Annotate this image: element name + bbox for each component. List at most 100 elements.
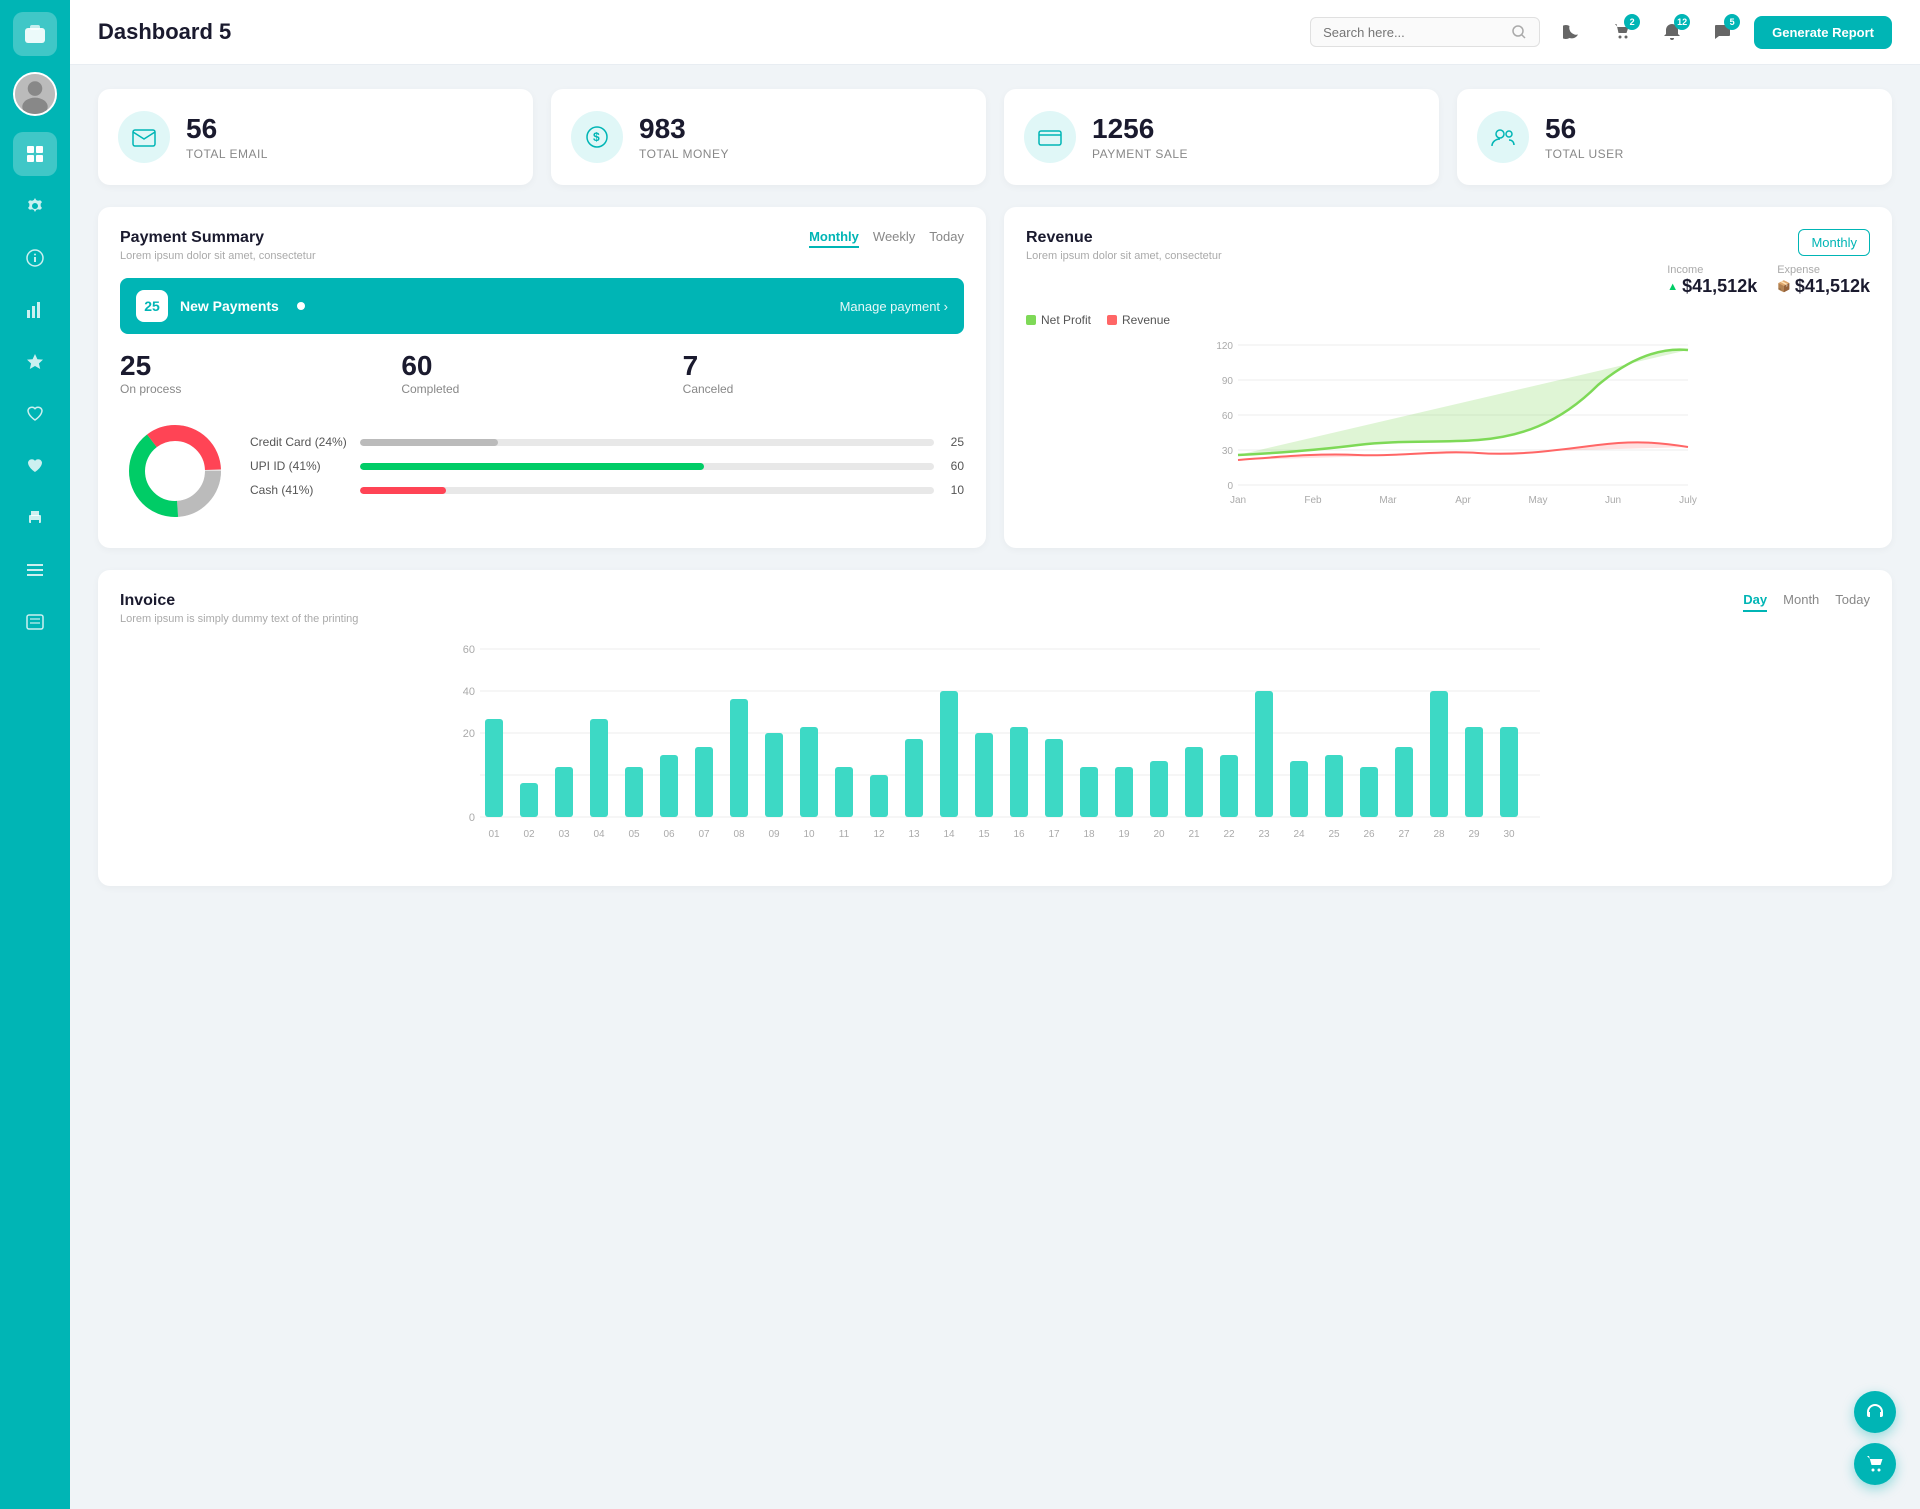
tab-weekly[interactable]: Weekly [873,229,915,248]
donut-chart [120,416,230,526]
canceled-value: 7 [683,350,964,382]
sidebar-item-dashboard[interactable] [13,132,57,176]
search-input[interactable] [1323,25,1503,40]
stat-info-total-user: 56 TOTAL USER [1545,113,1624,161]
headset-button[interactable] [1854,1391,1896,1433]
cart-button[interactable]: 2 [1604,14,1640,50]
canceled-stat: 7 Canceled [683,350,964,396]
content-area: 56 TOTAL EMAIL $ 983 TOTAL MONEY 1256 [70,65,1920,1509]
total-money-icon: $ [571,111,623,163]
manage-payment-link[interactable]: Manage payment › [840,299,948,314]
revenue-panel: Revenue Lorem ipsum dolor sit amet, cons… [1004,207,1892,548]
net-profit-label: Net Profit [1041,313,1091,327]
floating-buttons [1854,1391,1896,1485]
invoice-panel: Invoice Lorem ipsum is simply dummy text… [98,570,1892,886]
svg-text:05: 05 [628,829,640,840]
svg-text:29: 29 [1468,829,1480,840]
sidebar-item-star[interactable] [13,340,57,384]
payment-summary-panel: Payment Summary Lorem ipsum dolor sit am… [98,207,986,548]
stat-card-total-email: 56 TOTAL EMAIL [98,89,533,185]
total-email-label: TOTAL EMAIL [186,147,268,161]
chat-button[interactable]: 5 [1704,14,1740,50]
svg-text:26: 26 [1363,829,1375,840]
sidebar-item-analytics[interactable] [13,288,57,332]
total-email-number: 56 [186,113,268,145]
svg-text:20: 20 [463,728,475,740]
main-content: Dashboard 5 2 12 5 Generate Report [70,0,1920,1509]
svg-text:Mar: Mar [1379,495,1397,506]
sidebar-item-print[interactable] [13,496,57,540]
inv-tab-today[interactable]: Today [1835,592,1870,612]
svg-text:17: 17 [1048,829,1060,840]
inv-tab-day[interactable]: Day [1743,592,1767,612]
svg-text:Apr: Apr [1455,495,1471,506]
total-user-number: 56 [1545,113,1624,145]
inv-tab-month[interactable]: Month [1783,592,1819,612]
cash-track [360,487,934,494]
svg-text:Feb: Feb [1304,495,1322,506]
tab-today[interactable]: Today [929,229,964,248]
svg-text:21: 21 [1188,829,1200,840]
total-user-label: TOTAL USER [1545,147,1624,161]
svg-text:14: 14 [943,829,955,840]
user-avatar[interactable] [13,72,57,116]
svg-text:July: July [1679,495,1697,506]
invoice-tab-group: Day Month Today [1743,592,1870,612]
sidebar-item-heart-fill[interactable] [13,444,57,488]
payment-bottom: Credit Card (24%) 25 UPI ID (41%) 60 [120,416,964,526]
svg-text:18: 18 [1083,829,1095,840]
income-icon: ▲ [1667,281,1678,293]
cash-value: 10 [944,483,964,497]
revenue-dot [1107,315,1117,325]
payment-sale-icon [1024,111,1076,163]
bell-button[interactable]: 12 [1654,14,1690,50]
sidebar-logo[interactable] [13,12,57,56]
revenue-subtitle: Lorem ipsum dolor sit amet, consectetur [1026,250,1222,262]
total-money-number: 983 [639,113,729,145]
cart-float-icon [1865,1454,1885,1474]
tab-monthly[interactable]: Monthly [809,229,859,248]
theme-toggle-button[interactable] [1554,14,1590,50]
cart-badge: 2 [1624,14,1640,30]
income-stat: Income ▲ $41,512k [1667,264,1757,297]
payment-summary-header: Payment Summary Lorem ipsum dolor sit am… [120,229,964,262]
search-box[interactable] [1310,17,1540,47]
sidebar-item-list[interactable] [13,600,57,644]
svg-text:11: 11 [839,829,850,840]
credit-card-fill [360,439,498,446]
on-process-value: 25 [120,350,401,382]
svg-text:27: 27 [1398,829,1410,840]
invoice-bar-chart: 60 40 20 0 [120,639,1870,864]
moon-icon [1563,23,1581,41]
two-column-section: Payment Summary Lorem ipsum dolor sit am… [98,207,1892,548]
svg-text:20: 20 [1153,829,1165,840]
generate-report-button[interactable]: Generate Report [1754,16,1892,49]
svg-text:09: 09 [768,829,780,840]
svg-text:25: 25 [1328,829,1340,840]
net-profit-legend: Net Profit [1026,313,1091,327]
sidebar-item-heart-outline[interactable] [13,392,57,436]
expense-label: Expense [1777,264,1870,276]
svg-text:06: 06 [663,829,675,840]
credit-card-label: Credit Card (24%) [250,435,350,449]
sidebar-item-settings[interactable] [13,184,57,228]
revenue-chart-svg: 120 90 60 30 0 Jan Feb Mar Apr [1026,335,1870,515]
stat-card-total-money: $ 983 TOTAL MONEY [551,89,986,185]
invoice-title: Invoice [120,592,358,610]
revenue-chart-area: 120 90 60 30 0 Jan Feb Mar Apr [1026,335,1870,520]
new-payments-count: 25 [136,290,168,322]
revenue-monthly-dropdown[interactable]: Monthly [1798,229,1870,256]
total-email-icon [118,111,170,163]
stat-card-total-user: 56 TOTAL USER [1457,89,1892,185]
cart-float-button[interactable] [1854,1443,1896,1485]
net-profit-dot [1026,315,1036,325]
svg-text:30: 30 [1222,446,1234,457]
sidebar-item-info[interactable] [13,236,57,280]
page-title: Dashboard 5 [98,19,231,45]
svg-text:03: 03 [558,829,570,840]
svg-text:04: 04 [593,829,605,840]
svg-text:08: 08 [733,829,745,840]
sidebar-item-menu[interactable] [13,548,57,592]
svg-text:0: 0 [469,812,475,824]
payment-summary-title-block: Payment Summary Lorem ipsum dolor sit am… [120,229,316,262]
